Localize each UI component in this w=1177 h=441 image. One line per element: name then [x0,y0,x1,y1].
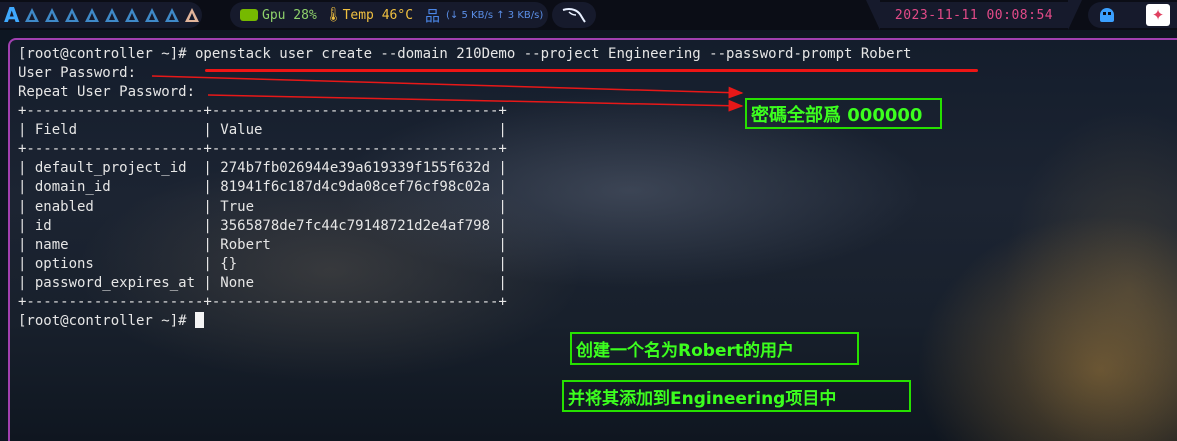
annotation-arrows [151,75,744,112]
create-user-note: 创建一个名为Robert的用户 [570,332,859,365]
arrow-user-password [151,75,744,99]
password-note: 密碼全部爲 000000 [745,98,942,129]
arrow-repeat-password [207,94,744,112]
add-project-note: 并将其添加到Engineering项目中 [562,380,911,412]
